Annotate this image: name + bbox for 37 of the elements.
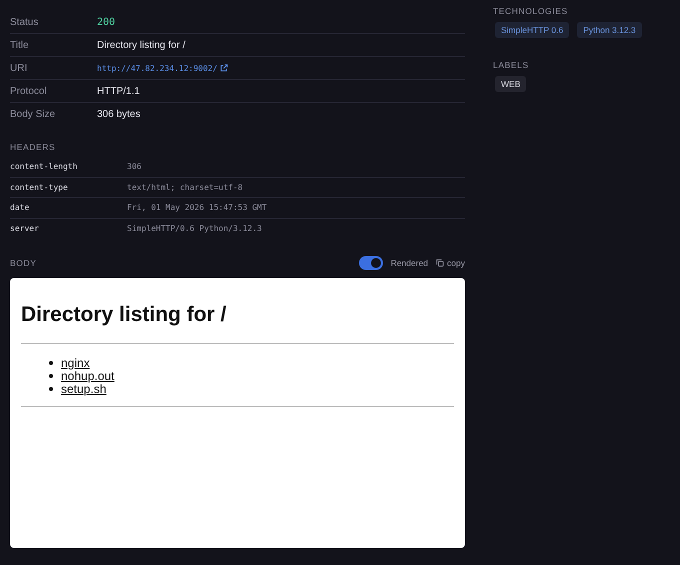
copy-icon — [436, 259, 444, 267]
bullet-icon — [49, 374, 53, 378]
file-link[interactable]: nginx — [61, 356, 90, 370]
bullet-icon — [49, 360, 53, 364]
field-label: Status — [10, 16, 40, 28]
field-label: Protocol — [10, 86, 48, 96]
toggle-label: Rendered — [390, 258, 428, 268]
file-link[interactable]: nohup.out — [61, 368, 114, 382]
bullet-icon — [49, 386, 53, 390]
header-name: server — [10, 224, 40, 233]
uri-link[interactable]: http://47.82.234.12:9002/ — [97, 64, 228, 72]
file-link[interactable]: setup.sh — [61, 382, 106, 396]
field-value: Directory listing for / — [97, 40, 186, 50]
section-title: HEADERS — [10, 142, 56, 152]
section-title: LABELS — [493, 60, 529, 70]
rendered-toggle[interactable] — [358, 256, 383, 270]
field-value: 306 bytes — [97, 108, 140, 120]
field-label: Body Size — [10, 108, 56, 120]
field-label: Title — [10, 40, 30, 50]
header-name: content-length — [10, 162, 78, 172]
header-value: SimpleHTTP/0.6 Python/3.12.3 — [127, 224, 262, 233]
status-code: 200 — [97, 16, 116, 28]
copy-button[interactable]: copy — [436, 258, 465, 268]
header-value: text/html; charset=utf-8 — [127, 182, 243, 192]
label-tag: WEB — [495, 76, 526, 92]
technology-tag: Python 3.12.3 — [577, 22, 642, 38]
field-label: URI — [10, 62, 28, 74]
header-value: Fri, 01 May 2026 15:47:53 GMT — [127, 203, 267, 212]
page-heading: Directory listing for / — [21, 303, 228, 327]
header-value: 306 — [127, 162, 142, 172]
external-link-icon — [220, 64, 228, 72]
section-title: TECHNOLOGIES — [493, 6, 569, 16]
technology-tag: SimpleHTTP 0.6 — [495, 22, 570, 38]
field-value: HTTP/1.1 — [97, 86, 140, 96]
header-name: content-type — [10, 182, 69, 192]
header-name: date — [10, 203, 30, 212]
section-title: BODY — [10, 258, 36, 268]
